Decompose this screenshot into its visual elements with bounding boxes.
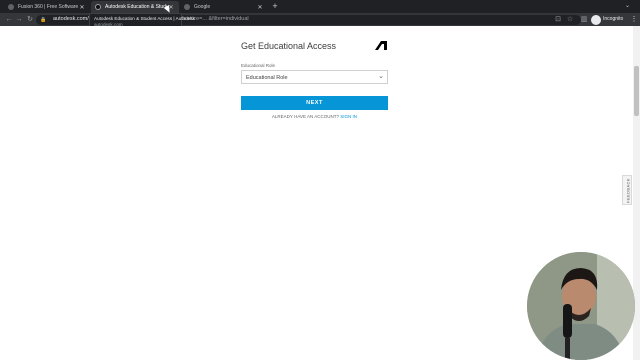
autodesk-logo-icon (375, 41, 387, 50)
signin-link[interactable]: SIGN IN (340, 114, 357, 119)
webcam-overlay (527, 252, 635, 360)
tab-title: Autodesk Education & Student Acce (105, 4, 167, 10)
signin-prompt: ALREADY HAVE AN ACCOUNT? (271, 114, 340, 119)
lock-icon: 🔒 (40, 16, 47, 23)
educational-role-select[interactable]: Educational Role ⌄ (241, 70, 388, 84)
scrollbar-thumb[interactable] (634, 66, 639, 116)
incognito-icon[interactable] (591, 14, 601, 25)
url-host: autodesk.com/ (53, 16, 89, 22)
presenter-video-icon (527, 252, 635, 360)
reload-icon[interactable]: ↻ (25, 13, 35, 26)
chevron-down-icon: ⌄ (378, 73, 384, 80)
educational-role-label: Educational Role (241, 63, 276, 68)
tab-search-chevron-icon[interactable]: ⌄ (623, 2, 632, 11)
select-value: Educational Role (246, 74, 288, 81)
page-title: Get Educational Access (241, 41, 337, 51)
install-icon[interactable]: ⊡ (553, 15, 563, 25)
feedback-label: FEEDBACK (625, 178, 631, 203)
tab-title: Google (194, 4, 211, 10)
tab-favicon-icon (8, 4, 14, 10)
close-icon[interactable]: ✕ (256, 4, 264, 11)
side-panel-icon[interactable]: ▥ (579, 15, 589, 25)
forward-arrow-icon[interactable]: → (14, 13, 24, 26)
bookmark-star-icon[interactable]: ☆ (565, 15, 575, 25)
close-icon[interactable]: ✕ (78, 4, 86, 11)
feedback-tab[interactable]: FEEDBACK (622, 175, 632, 205)
signin-row: ALREADY HAVE AN ACCOUNT? SIGN IN (241, 114, 388, 119)
tab-title: Fusion 360 | Free Software for Stude (18, 4, 78, 10)
tab-strip: Fusion 360 | Free Software for Stude ✕ A… (0, 0, 640, 13)
tab-fusion-360[interactable]: Fusion 360 | Free Software for Stude ✕ (4, 1, 90, 13)
google-favicon-icon (184, 4, 190, 10)
tab-google[interactable]: Google ✕ (180, 1, 268, 13)
profile-label[interactable]: Incognito (603, 16, 623, 22)
plus-icon[interactable]: + (270, 1, 280, 12)
kebab-menu-icon[interactable]: ⋮ (630, 14, 638, 25)
autodesk-favicon-icon (95, 4, 101, 10)
back-arrow-icon[interactable]: ← (4, 13, 14, 26)
next-button[interactable]: NEXT (241, 96, 388, 110)
